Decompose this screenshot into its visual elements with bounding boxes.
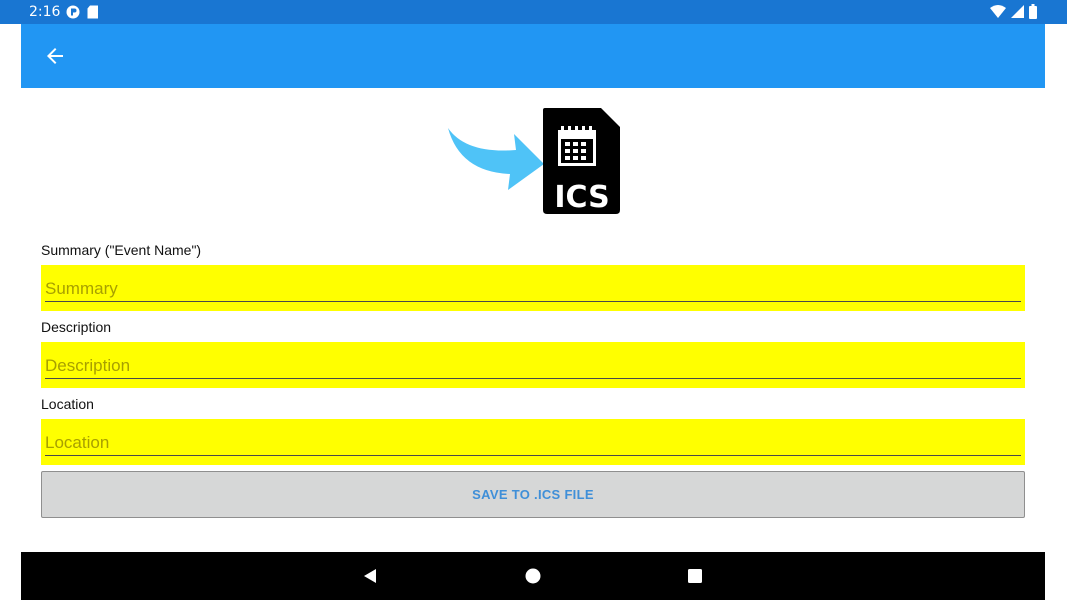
back-button[interactable] [43,44,67,68]
status-time: 2:16 [29,4,61,20]
location-field-box [41,419,1025,465]
back-triangle-icon[interactable] [361,566,381,586]
description-label: Description [41,319,112,335]
navigation-bar [21,552,1045,600]
recents-square-icon[interactable] [685,566,705,586]
status-bar: 2:16 [0,0,1067,24]
sd-card-icon [87,5,98,19]
ics-file-label: ICS [554,180,609,215]
status-right-icons [990,4,1037,19]
wifi-icon [990,4,1006,18]
import-arrow-icon [448,128,544,190]
summary-label: Summary ("Event Name") [41,242,202,258]
content-area: ICS Summary ("Event Name") Description L… [21,88,1045,552]
location-input[interactable] [45,431,1021,456]
description-input[interactable] [45,354,1021,379]
notification-app-icon [66,5,80,19]
summary-input[interactable] [45,277,1021,302]
calendar-icon [558,126,596,166]
home-circle-icon[interactable] [523,566,543,586]
cell-signal-icon [1011,4,1024,18]
arrow-back-icon [47,48,63,64]
save-to-ics-button[interactable]: SAVE TO .ICS FILE [41,471,1025,518]
description-field-box [41,342,1025,388]
battery-icon [1029,4,1037,19]
location-label: Location [41,396,94,412]
summary-field-box [41,265,1025,311]
ics-file-import-icon: ICS [448,108,620,215]
status-left-icons [66,5,99,19]
app-bar [21,24,1045,88]
